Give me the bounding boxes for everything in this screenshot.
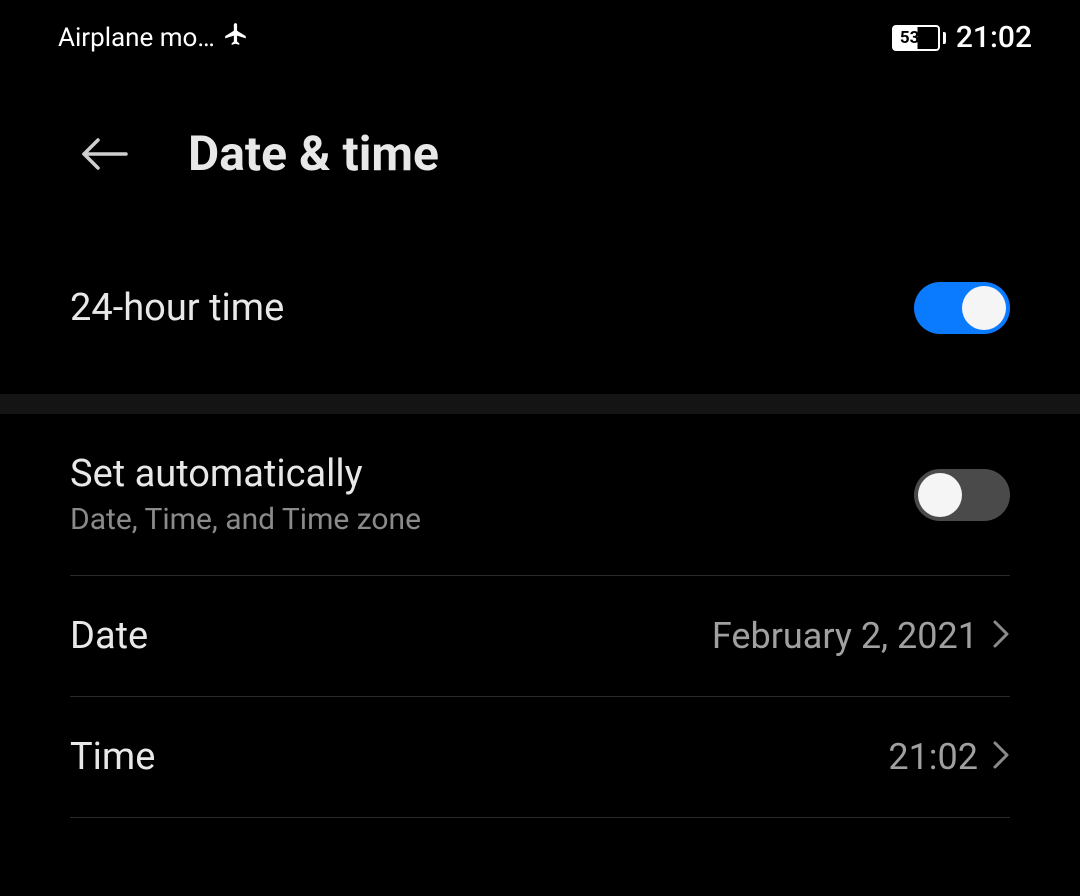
status-bar: Airplane mo… 53 21:02 [0,0,1080,65]
row-value-time: 21:02 [888,736,978,778]
divider [70,817,1010,818]
page-title: Date & time [188,125,439,182]
battery-level: 53 [900,28,920,48]
row-label-24h: 24-hour time [70,286,284,330]
status-left: Airplane mo… [58,21,249,54]
battery-icon: 53 [892,25,946,51]
row-subtitle-set-auto: Date, Time, and Time zone [70,502,421,537]
section-divider [0,394,1080,414]
back-button[interactable] [80,134,128,174]
toggle-24-hour-time[interactable] [914,282,1010,334]
chevron-right-icon [992,619,1010,653]
chevron-right-icon [992,740,1010,774]
status-right: 53 21:02 [892,20,1032,55]
status-text: Airplane mo… [58,23,215,53]
row-label-time: Time [70,735,155,779]
header: Date & time [0,65,1080,222]
airplane-icon [223,21,249,54]
row-label-set-auto: Set automatically [70,452,421,496]
toggle-set-automatically[interactable] [914,469,1010,521]
row-time[interactable]: Time 21:02 [0,697,1080,817]
row-value-date: February 2, 2021 [712,615,978,657]
row-24-hour-time[interactable]: 24-hour time [0,222,1080,394]
row-date[interactable]: Date February 2, 2021 [0,576,1080,696]
row-label-date: Date [70,614,148,658]
status-clock: 21:02 [956,20,1032,55]
row-set-automatically[interactable]: Set automatically Date, Time, and Time z… [0,414,1080,575]
